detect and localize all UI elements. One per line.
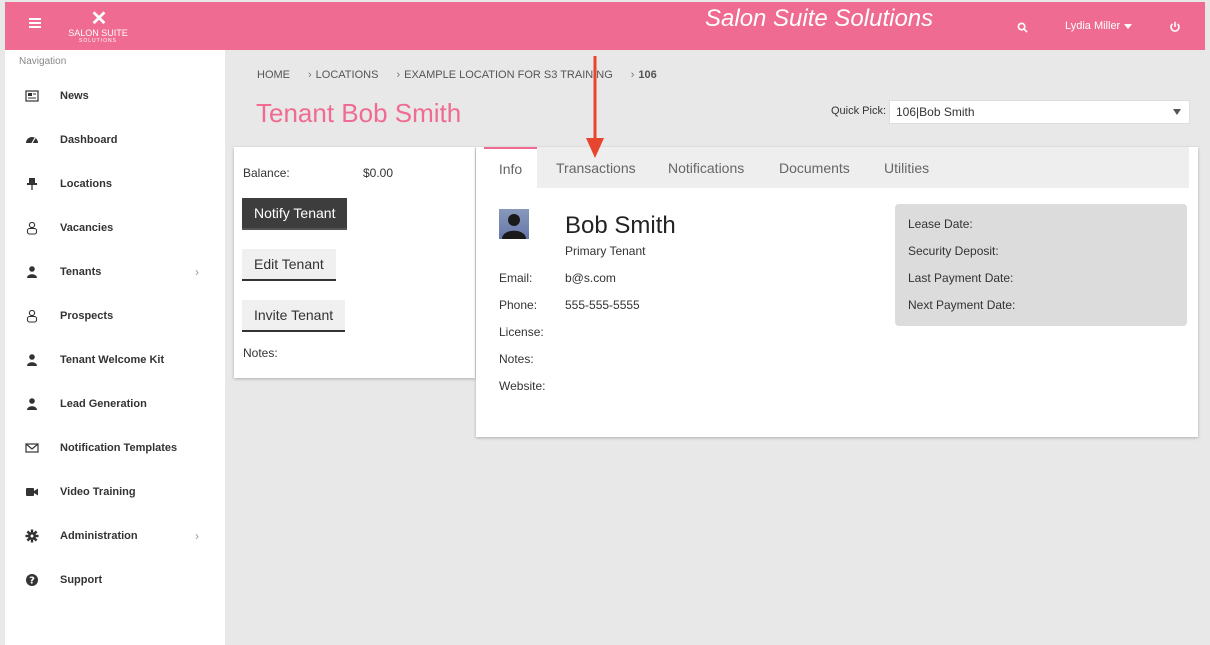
breadcrumb-current: 106: [638, 69, 657, 81]
logo-mark-icon: ✕: [90, 8, 108, 30]
chevron-right-icon: ›: [195, 529, 199, 543]
sidebar-item-label: Dashboard: [60, 134, 118, 146]
sidebar-item-label: Tenants: [60, 266, 102, 278]
phone-label: Phone:: [499, 298, 538, 312]
sidebar-item-dashboard[interactable]: Dashboard: [5, 118, 225, 162]
sidebar-item-label: Locations: [60, 178, 112, 190]
sidebar-item-tenant-welcome-kit[interactable]: Tenant Welcome Kit: [5, 338, 225, 382]
app-title: Salon Suite Solutions: [705, 5, 934, 32]
logo-subtext: SOLUTIONS: [79, 38, 117, 44]
logo[interactable]: ✕ SALON SUITE SOLUTIONS: [63, 8, 133, 48]
user-name: Lydia Miller: [1065, 20, 1121, 32]
quick-pick-select[interactable]: 106|Bob Smith: [889, 100, 1190, 124]
sidebar-item-vacancies[interactable]: Vacancies: [5, 206, 225, 250]
question-icon: ?: [26, 574, 38, 587]
tab-notifications[interactable]: Notifications: [668, 147, 744, 188]
lease-date-label: Lease Date:: [908, 217, 973, 231]
sidebar-item-label: Lead Generation: [60, 398, 147, 410]
logo-text: SALON SUITE: [68, 28, 128, 38]
chevron-right-icon: ›: [630, 69, 635, 81]
sidebar-item-locations[interactable]: Locations: [5, 162, 225, 206]
sidebar-item-tenants[interactable]: Tenants ›: [5, 250, 225, 294]
tenant-detail-card: Info Transactions Notifications Document…: [476, 147, 1198, 437]
last-payment-date-label: Last Payment Date:: [908, 271, 1014, 285]
email-value: b@s.com: [565, 271, 616, 285]
email-label: Email:: [499, 271, 533, 285]
sidebar-item-label: Tenant Welcome Kit: [60, 354, 165, 366]
nav-heading: Navigation: [19, 56, 67, 67]
sidebar-item-label: News: [60, 90, 89, 102]
tab-documents[interactable]: Documents: [779, 147, 850, 188]
website-label: Website:: [499, 379, 546, 393]
balance-label: Balance:: [243, 166, 290, 180]
gear-icon: [25, 529, 39, 543]
notes-label: Notes:: [243, 346, 278, 360]
next-payment-date-label: Next Payment Date:: [908, 298, 1016, 312]
sidebar-item-prospects[interactable]: Prospects: [5, 294, 225, 338]
user-icon: [27, 398, 37, 410]
sidebar-item-label: Prospects: [60, 310, 114, 322]
sidebar-item-label: Support: [60, 574, 103, 586]
invite-tenant-button[interactable]: Invite Tenant: [242, 300, 346, 332]
sidebar: Navigation News Dashboard Locations Vaca…: [5, 50, 225, 645]
balance-value: $0.00: [363, 166, 394, 180]
tenant-summary-card: Balance: $0.00 Notify Tenant Edit Tenant…: [234, 147, 475, 378]
notify-tenant-button[interactable]: Notify Tenant: [242, 198, 348, 230]
tenant-role: Primary Tenant: [565, 244, 646, 258]
sidebar-item-notification-templates[interactable]: Notification Templates: [5, 426, 225, 470]
sidebar-item-label: Video Training: [60, 486, 136, 498]
user-outline-icon: [26, 309, 38, 323]
hamburger-menu-icon[interactable]: [29, 18, 41, 28]
avatar: [499, 209, 529, 239]
tenant-name: Bob Smith: [565, 212, 676, 239]
svg-text:?: ?: [29, 576, 35, 587]
page-title: Tenant Bob Smith: [256, 98, 462, 128]
sidebar-item-support[interactable]: ? Support: [5, 558, 225, 602]
security-deposit-label: Security Deposit:: [908, 244, 999, 258]
breadcrumb-location[interactable]: EXAMPLE LOCATION FOR S3 TRAINING: [404, 69, 613, 81]
sidebar-item-label: Administration: [60, 530, 138, 542]
chevron-right-icon: ›: [308, 69, 312, 81]
sidebar-item-administration[interactable]: Administration ›: [5, 514, 225, 558]
sidebar-item-label: Vacancies: [60, 222, 114, 234]
sidebar-item-lead-generation[interactable]: Lead Generation: [5, 382, 225, 426]
newspaper-icon: [25, 90, 39, 102]
user-icon: [27, 266, 37, 278]
quick-pick-value: 106|Bob Smith: [896, 105, 975, 119]
quick-pick-label: Quick Pick:: [831, 105, 887, 117]
sidebar-item-label: Notification Templates: [60, 442, 178, 454]
person-silhouette-icon: [502, 214, 526, 239]
license-label: License:: [499, 325, 544, 339]
chevron-right-icon: ›: [396, 69, 401, 81]
sidebar-item-video-training[interactable]: Video Training: [5, 470, 225, 514]
top-bar: ✕ SALON SUITE SOLUTIONS Salon Suite Solu…: [5, 2, 1205, 50]
breadcrumb-locations[interactable]: LOCATIONS: [316, 69, 379, 81]
notes-label: Notes:: [499, 352, 534, 366]
chevron-right-icon: ›: [195, 265, 199, 279]
tab-utilities[interactable]: Utilities: [884, 147, 929, 188]
search-icon[interactable]: [1017, 22, 1028, 33]
breadcrumb-home[interactable]: HOME: [257, 69, 290, 81]
user-outline-icon: [26, 221, 38, 235]
caret-down-icon: [1124, 23, 1133, 29]
user-icon: [27, 354, 37, 366]
red-arrow-annotation: [586, 56, 604, 158]
pin-icon: [27, 178, 37, 190]
lease-info-box: Lease Date: Security Deposit: Last Payme…: [895, 204, 1187, 326]
dashboard-icon: [26, 137, 38, 144]
phone-value: 555-555-5555: [565, 298, 640, 312]
video-icon: [26, 488, 38, 496]
tab-info[interactable]: Info: [484, 147, 537, 188]
sidebar-item-news[interactable]: News: [5, 74, 225, 118]
user-menu[interactable]: Lydia Miller: [1065, 20, 1133, 32]
edit-tenant-button[interactable]: Edit Tenant: [242, 249, 336, 281]
envelope-icon: [25, 443, 39, 453]
caret-down-icon: [1173, 109, 1181, 115]
power-icon[interactable]: [1169, 21, 1181, 33]
